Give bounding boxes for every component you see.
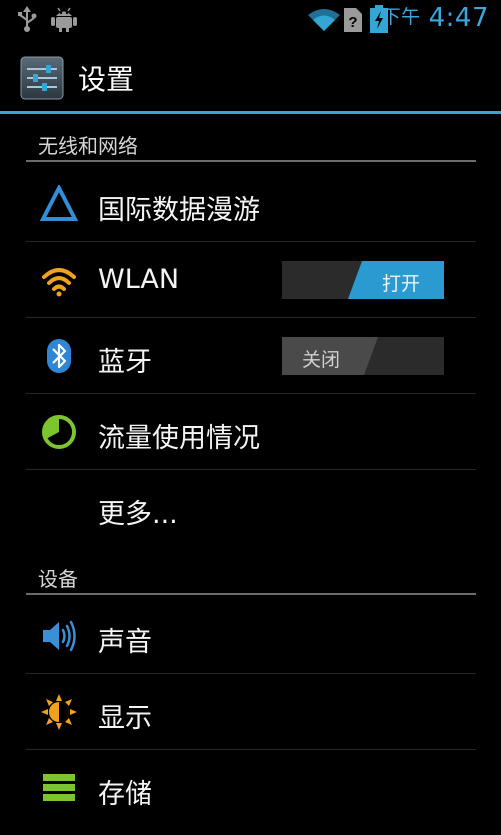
section-header-label: 设备: [38, 567, 78, 591]
settings-item-label: 声音: [98, 627, 152, 658]
settings-item-sound[interactable]: 声音: [26, 598, 476, 674]
brightness-icon: [41, 694, 77, 730]
settings-item-label: 存储: [98, 779, 152, 810]
status-clock: 下午 4:47: [382, 2, 489, 33]
settings-item-label: 显示: [98, 703, 152, 734]
storage-icon: [43, 774, 75, 801]
settings-item-label: WLAN: [98, 264, 180, 295]
section-header-wireless: 无线和网络: [26, 122, 476, 162]
settings-item-bluetooth[interactable]: 蓝牙 关闭: [26, 318, 476, 394]
settings-item-data-usage[interactable]: 流量使用情况: [26, 394, 476, 470]
section-header-label: 无线和网络: [38, 134, 138, 158]
svg-text:?: ?: [348, 14, 357, 31]
wlan-toggle[interactable]: 打开: [282, 261, 444, 299]
settings-item-label: 国际数据漫游: [98, 195, 260, 226]
action-bar-divider: [0, 111, 501, 114]
settings-item-label: 流量使用情况: [98, 423, 260, 454]
toggle-state-label: 打开: [382, 273, 421, 295]
wifi-icon: [308, 9, 340, 31]
settings-item-label: 更多...: [98, 499, 178, 530]
bluetooth-icon: [47, 339, 71, 373]
section-header-device: 设备: [26, 555, 476, 595]
section-header-line: [26, 593, 476, 595]
settings-item-data-roaming[interactable]: 国际数据漫游: [26, 166, 476, 242]
no-sim-icon: ?: [344, 8, 362, 32]
clock-time: 4:47: [428, 3, 489, 33]
toggle-state-label: 关闭: [302, 349, 341, 371]
settings-item-more[interactable]: 更多...: [26, 470, 476, 546]
settings-item-wlan[interactable]: WLAN 打开: [26, 242, 476, 318]
roaming-triangle-icon: [40, 185, 78, 221]
settings-item-display[interactable]: 显示: [26, 674, 476, 750]
android-debug-icon: [51, 7, 77, 32]
section-header-line: [26, 160, 476, 162]
action-bar: 设置: [0, 40, 501, 112]
settings-item-storage[interactable]: 存储: [26, 750, 476, 826]
settings-item-label: 蓝牙: [98, 347, 152, 378]
status-bar: ? 下午 4:47: [0, 0, 501, 40]
settings-sliders-icon[interactable]: [20, 56, 64, 100]
wifi-icon: [42, 268, 76, 297]
clock-ampm: 下午: [381, 6, 421, 28]
page-title: 设置: [78, 63, 135, 96]
volume-icon: [43, 620, 76, 652]
usb-icon: [18, 6, 37, 32]
data-usage-icon: [42, 415, 76, 449]
bluetooth-toggle[interactable]: 关闭: [282, 337, 444, 375]
